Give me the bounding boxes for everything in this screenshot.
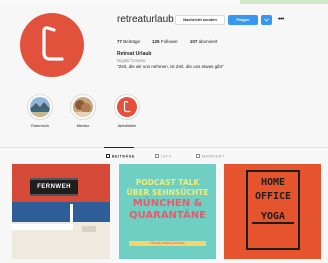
stat-posts-value: 77 xyxy=(117,39,123,44)
post-sea xyxy=(12,202,110,224)
post-divider-line xyxy=(252,222,294,224)
tab-beitraege[interactable]: BEITRÄGE xyxy=(106,154,135,159)
highlight-oesterreich[interactable]: Österreich xyxy=(27,94,53,128)
top-strip xyxy=(0,0,328,4)
post-text: PODCAST TALK ÜBER SEHNSÜCHTE MÜNCHEN & Q… xyxy=(125,178,210,222)
highlight-mexiko[interactable]: Mexiko xyxy=(70,94,96,128)
stat-following-value: 107 xyxy=(189,39,198,44)
beach-image xyxy=(73,97,93,117)
logo-icon xyxy=(117,97,137,117)
stat-followers[interactable]: 125 Follower xyxy=(152,39,178,44)
post-text-line: HOME xyxy=(260,177,286,188)
post-pillar xyxy=(70,204,73,230)
post-wall xyxy=(12,224,72,230)
beach-photo xyxy=(73,97,93,117)
post-thumbnail[interactable]: HOME OFFICE YOGA xyxy=(224,164,321,259)
stat-followers-label: Follower xyxy=(160,39,178,44)
post-sign: FERNWEH xyxy=(30,178,78,196)
profile-category: Digital Creator xyxy=(117,58,146,63)
stat-followers-value: 125 xyxy=(152,39,160,44)
more-options-icon[interactable]: ••• xyxy=(278,15,288,25)
post-sign-text: FERNWEH xyxy=(37,184,71,190)
profile-full-name: Retreat Urlaub xyxy=(117,51,152,57)
tab-markiert[interactable]: MARKIERT xyxy=(196,154,225,159)
highlight-label: Aktivitäten xyxy=(117,123,137,128)
mountain-lake-image xyxy=(30,97,50,117)
post-thumbnail[interactable]: PODCAST TALK ÜBER SEHNSÜCHTE MÜNCHEN & Q… xyxy=(119,164,216,259)
tag-icon xyxy=(196,154,200,158)
tab-igtv[interactable]: IGTV xyxy=(155,154,172,159)
stat-following-label: abonniert xyxy=(198,39,218,44)
stat-posts-label: Beiträge xyxy=(123,39,141,44)
profile-avatar[interactable] xyxy=(20,13,84,77)
post-band: retreat urlaub-podcast xyxy=(129,241,206,246)
post-thumbnail[interactable]: FERNWEH xyxy=(12,164,110,259)
post-text-line: QUARANTÄNE xyxy=(129,210,206,221)
post-text-line: OFFICE xyxy=(254,191,292,202)
message-button[interactable]: Nachricht senden xyxy=(175,15,225,25)
post-text: HOME OFFICE YOGA xyxy=(248,176,298,224)
highlight-aktivitaeten[interactable]: Aktivitäten xyxy=(114,94,140,128)
highlight-ring xyxy=(114,94,140,120)
mountain-lake-photo xyxy=(30,97,50,117)
stat-posts[interactable]: 77 Beiträge xyxy=(117,39,140,44)
profile-bio: "Zeit, die wir uns nehmen, ist Zeit, die… xyxy=(117,64,224,69)
tab-divider xyxy=(0,147,328,148)
post-text-line: ÜBER SEHNSÜCHTE xyxy=(126,188,209,197)
chevron-down-icon xyxy=(264,18,269,22)
tab-beitraege-label: BEITRÄGE xyxy=(112,154,135,159)
follow-button[interactable]: Folgen xyxy=(228,15,258,25)
grid-icon xyxy=(106,154,110,158)
highlight-label: Österreich xyxy=(30,123,50,128)
logo-icon xyxy=(42,26,64,61)
tab-markiert-label: MARKIERT xyxy=(202,154,225,159)
stat-following[interactable]: 107 abonniert xyxy=(190,39,218,44)
active-tab-indicator xyxy=(104,147,134,148)
tab-igtv-label: IGTV xyxy=(161,154,172,159)
highlight-label: Mexiko xyxy=(76,123,90,128)
profile-username: retreaturlaub xyxy=(117,14,174,25)
top-strip-accent xyxy=(240,0,328,4)
post-text-line: MÜNCHEN & xyxy=(132,198,203,209)
highlight-ring xyxy=(70,94,96,120)
profile-stats: 77 Beiträge 125 Follower 107 abonniert xyxy=(117,39,229,44)
post-chair xyxy=(82,226,96,232)
suggestions-dropdown-button[interactable] xyxy=(261,15,272,25)
tv-icon xyxy=(155,154,159,158)
logo-mark-icon xyxy=(123,100,131,113)
post-text-line: PODCAST TALK xyxy=(135,178,200,187)
highlight-ring xyxy=(27,94,53,120)
